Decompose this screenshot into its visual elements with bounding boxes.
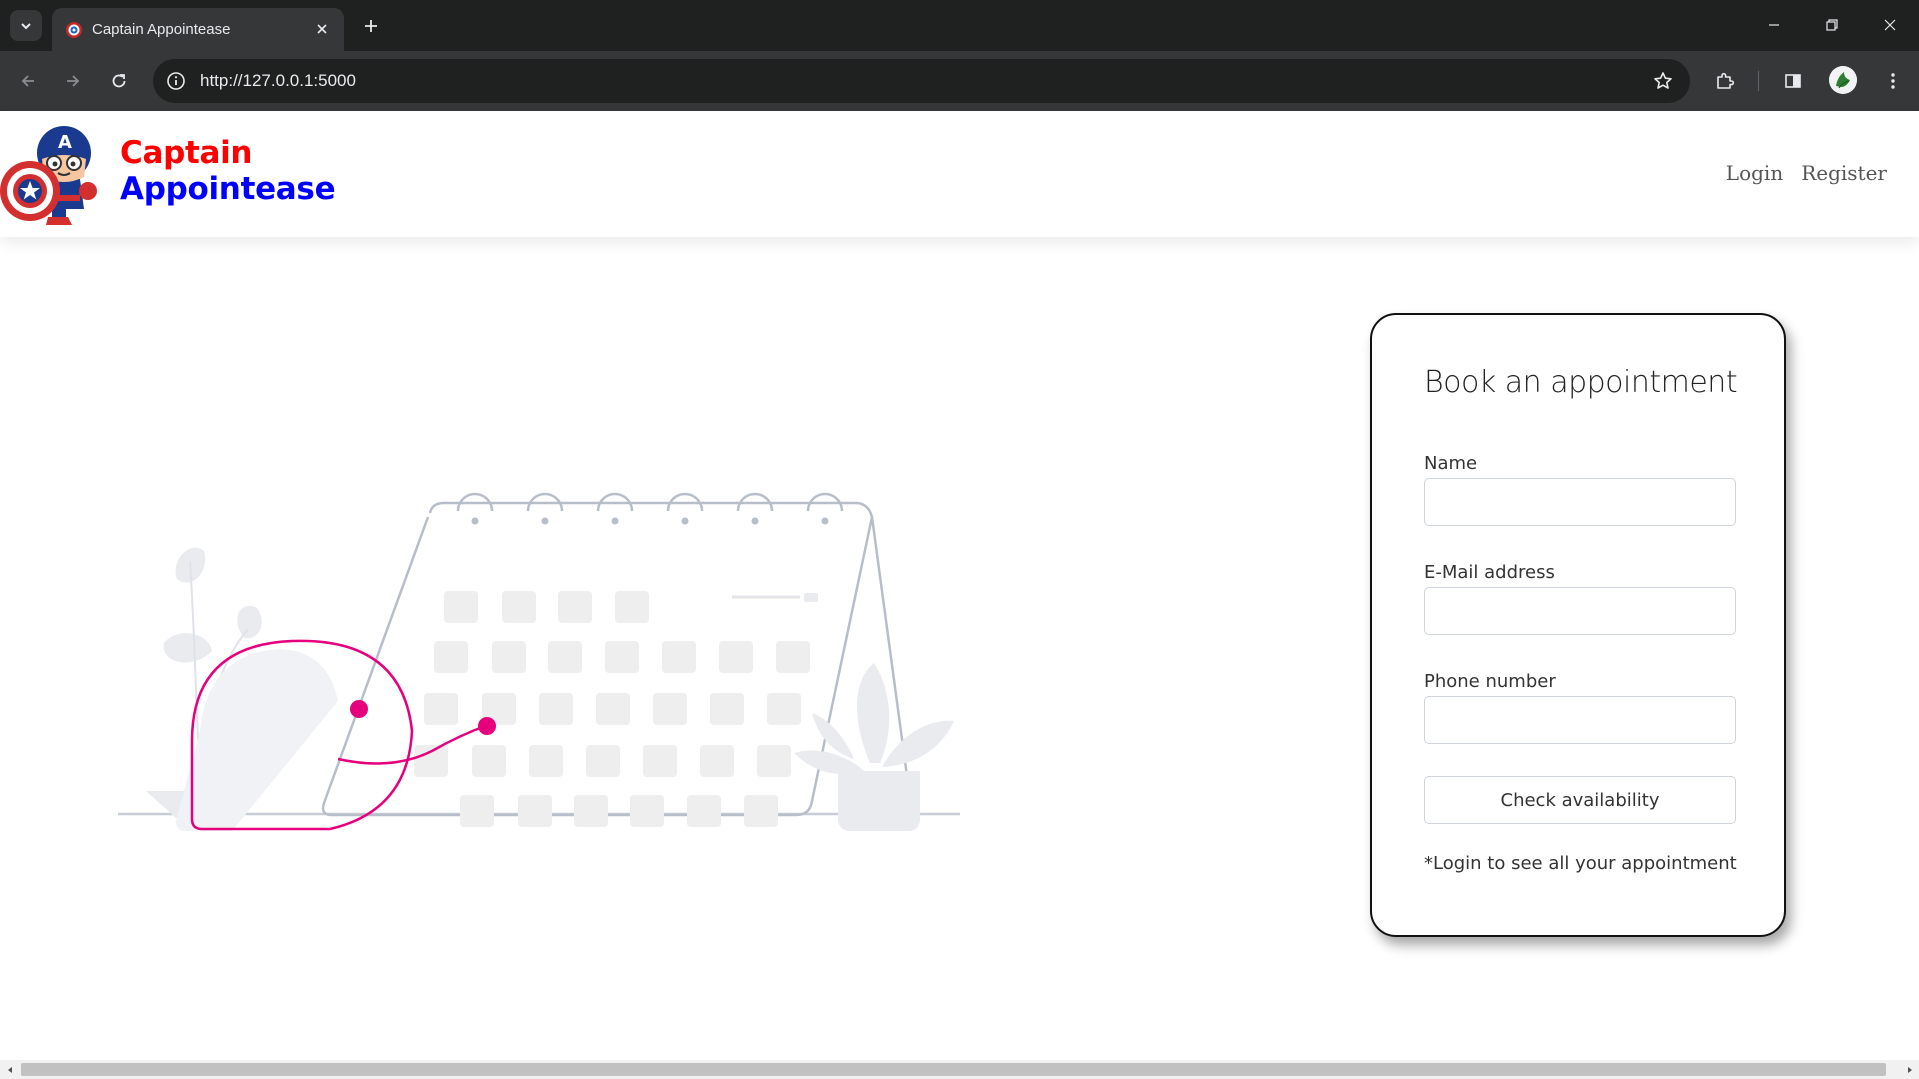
side-panel-icon [1785,74,1801,88]
horizontal-scrollbar[interactable] [0,1060,1919,1079]
arrow-left-icon [21,75,34,87]
scroll-left-button[interactable] [0,1060,19,1079]
tab-search-button[interactable] [10,10,42,41]
puzzle-icon [1717,72,1735,89]
plant-right-illustration [794,663,954,831]
calendar-illustration [118,492,960,831]
chevron-down-icon [21,22,31,29]
close-icon [1884,19,1896,31]
brand-name-line2: Appointease [120,171,336,207]
login-link[interactable]: Login [1726,161,1783,185]
toolbar-separator [1758,71,1759,91]
register-link[interactable]: Register [1801,161,1887,185]
bookmark-button[interactable] [1651,69,1675,93]
reload-icon [112,74,126,88]
triangle-left-icon [7,1066,12,1073]
minimize-icon [1769,24,1779,26]
tab-title: Captain Appointease [92,21,231,38]
back-button[interactable] [13,66,43,96]
browser-tab-strip: Captain Appointease [0,0,1919,51]
email-label: E-Mail address [1424,562,1555,583]
arrow-right-icon [67,75,80,87]
url-text: http://127.0.0.1:5000 [200,71,356,90]
browser-toolbar: http://127.0.0.1:5000 [0,51,1919,111]
phone-input[interactable] [1424,696,1736,744]
browser-tab[interactable]: Captain Appointease [52,8,344,51]
captain-logo-icon[interactable]: A [0,121,104,229]
minimize-button[interactable] [1752,7,1796,43]
restore-icon [1826,19,1838,31]
booking-card: Book an appointment Name E-Mail address … [1370,313,1786,937]
name-input[interactable] [1424,478,1736,526]
login-note: *Login to see all your appointment [1424,853,1737,874]
page-content: A Captain Appointease Login Register Boo… [0,111,1919,1060]
check-availability-button[interactable]: Check availability [1424,776,1736,824]
site-navbar: A Captain Appointease Login Register [0,111,1919,237]
reload-button[interactable] [104,66,134,96]
email-input[interactable] [1424,587,1736,635]
brand-name-line1: Captain [120,135,253,171]
triangle-right-icon [1907,1066,1912,1073]
brand-name[interactable]: Captain Appointease [120,135,336,207]
close-icon [317,24,327,34]
browser-menu-button[interactable] [1878,66,1908,96]
profile-avatar[interactable] [1829,66,1857,94]
scrollbar-thumb[interactable] [21,1063,1886,1076]
side-panel-button[interactable] [1778,66,1808,96]
profile-avatar-icon [1829,66,1857,94]
new-tab-button[interactable] [357,12,385,40]
booking-title: Book an appointment [1424,365,1738,400]
name-label: Name [1424,453,1478,474]
forward-button[interactable] [58,66,88,96]
close-window-button[interactable] [1868,7,1912,43]
shield-favicon-icon [66,22,82,38]
tab-close-button[interactable] [310,17,334,41]
nav-links: Login Register [1726,161,1887,185]
address-bar[interactable]: http://127.0.0.1:5000 [153,59,1690,103]
scroll-right-button[interactable] [1900,1060,1919,1079]
info-icon [167,72,185,90]
restore-button[interactable] [1810,7,1854,43]
star-icon [1654,72,1672,89]
extensions-button[interactable] [1710,66,1740,96]
phone-label: Phone number [1424,671,1556,692]
kebab-menu-icon [1891,73,1895,89]
plus-icon [365,20,377,32]
svg-text:A: A [58,132,72,153]
site-info-button[interactable] [164,69,188,93]
